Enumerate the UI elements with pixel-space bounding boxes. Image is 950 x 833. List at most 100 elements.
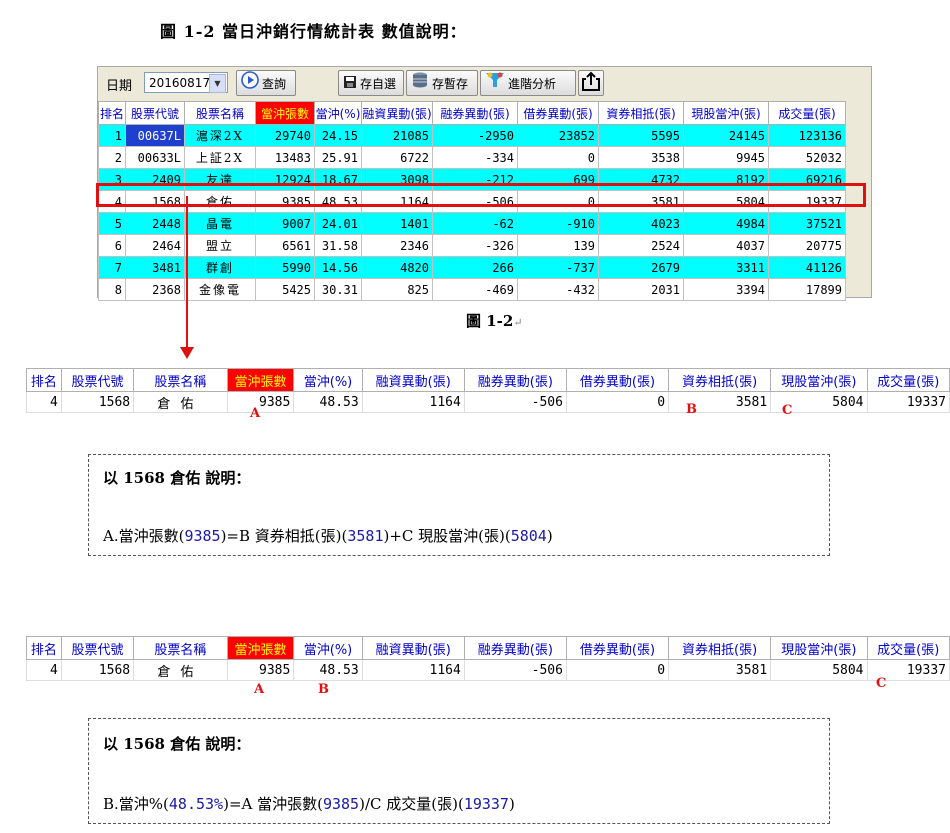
column-header: 股票名稱	[133, 636, 228, 660]
query-button[interactable]: 查詢	[236, 70, 296, 96]
column-header[interactable]: 成交量(張)	[768, 101, 846, 125]
excerpt-table-2: 排名 股票代號 股票名稱 當沖張數 當沖(%) 融資異動(張) 融券異動(張) 借券異動(張)…	[26, 636, 950, 681]
table-cell: 4820	[361, 256, 433, 279]
table-row[interactable]: 8 2368 金像電 5425 30.31 825 -469 -432 2031 3394 1789…	[98, 278, 846, 301]
share-icon	[582, 71, 600, 100]
table-cell: 31.58	[314, 234, 362, 257]
column-header: 現股當沖(張)	[770, 636, 868, 660]
label-a: A	[254, 682, 265, 697]
table-row[interactable]: 2 00633L 上証2X 13483 25.91 6722 -334 0 3538 9945 52…	[98, 146, 846, 169]
app-screenshot: 日期 20160817 ▼ 查詢 存自選 存暫存 進階分析 排名 股票代號 股票名稱…	[97, 66, 872, 301]
advanced-analysis-button[interactable]: 進階分析	[480, 70, 576, 96]
table-cell: 2448	[125, 212, 185, 235]
note-formula: A.當沖張數(9385)=B 資券相抵(張)(3581)+C 現股當沖(張)(5…	[103, 527, 553, 545]
column-header[interactable]: 排名	[98, 101, 126, 125]
column-header[interactable]: 借券異動(張)	[517, 101, 599, 125]
funnel-icon	[485, 71, 505, 98]
table-cell: -432	[517, 278, 599, 301]
arrow-line	[186, 196, 188, 351]
table-cell: 9385	[226, 659, 295, 681]
column-header: 現股當沖(張)	[770, 368, 868, 392]
table-cell: -326	[432, 234, 518, 257]
table-cell: 4984	[683, 212, 769, 235]
note-formula: B.當沖%(48.53%)=A 當沖張數(9385)/C 成交量(張)(1933…	[103, 795, 515, 813]
column-header: 股票代號	[60, 636, 135, 660]
column-header: 股票代號	[60, 368, 135, 392]
excerpt-table-1: 排名 股票代號 股票名稱 當沖張數 當沖(%) 融資異動(張) 融券異動(張) 借券異動(張)…	[26, 368, 950, 413]
table-cell: 25.91	[314, 146, 362, 169]
column-header[interactable]: 股票名稱	[184, 101, 256, 125]
table-cell: -2950	[432, 124, 518, 147]
table-cell: 9007	[255, 212, 315, 235]
column-header[interactable]: 當沖(%)	[314, 101, 362, 125]
column-header[interactable]: 融券異動(張)	[432, 101, 518, 125]
date-value: 20160817	[149, 76, 211, 90]
column-header: 當沖(%)	[293, 636, 363, 660]
table-cell: 24.01	[314, 212, 362, 235]
page-title: 圖 1-2 當日沖銷行情統計表 數值說明：	[160, 22, 467, 41]
column-header[interactable]: 現股當沖(張)	[683, 101, 769, 125]
table-row[interactable]: 5 2448 晶電 9007 24.01 1401 -62 -910 4023 4984 37521	[98, 212, 846, 235]
save-temp-button[interactable]: 存暫存	[406, 70, 478, 96]
table-cell: 139	[517, 234, 599, 257]
table-cell: 盟立	[184, 234, 256, 257]
table-cell: 1164	[361, 391, 465, 413]
label-b: B	[318, 682, 329, 697]
date-select[interactable]: 20160817 ▼	[144, 72, 228, 93]
table-cell: 19337	[866, 391, 950, 413]
table-cell: 1401	[361, 212, 433, 235]
table-cell: 3311	[683, 256, 769, 279]
table-cell: 3481	[125, 256, 185, 279]
save-favorites-button[interactable]: 存自選	[338, 70, 404, 96]
table-cell: -506	[463, 391, 567, 413]
table-cell: 48.53	[293, 659, 363, 681]
table-cell: 3538	[598, 146, 684, 169]
table-cell: 3581	[668, 659, 772, 681]
table-cell: 滬深2X	[184, 124, 256, 147]
table-cell: 23852	[517, 124, 599, 147]
table-cell: 123136	[768, 124, 846, 147]
table-cell: 2031	[598, 278, 684, 301]
note-box-2: 以 1568 倉佑 說明： B.當沖%(48.53%)=A 當沖張數(9385)…	[88, 718, 830, 824]
table-row[interactable]: 7 3481 群創 5990 14.56 4820 266 -737 2679 3311 41126	[98, 256, 846, 279]
table-cell: 825	[361, 278, 433, 301]
column-header: 成交量(張)	[866, 368, 950, 392]
table-cell: 13483	[255, 146, 315, 169]
table-cell: 2368	[125, 278, 185, 301]
column-header: 成交量(張)	[866, 636, 950, 660]
column-header[interactable]: 當沖張數	[255, 101, 315, 125]
label-a: A	[250, 406, 261, 421]
table-cell: -62	[432, 212, 518, 235]
chevron-down-icon[interactable]: ▼	[209, 74, 226, 93]
note-box-1: 以 1568 倉佑 說明： A.當沖張數(9385)=B 資券相抵(張)(358…	[88, 454, 830, 556]
table-cell: 倉佑	[133, 659, 228, 681]
column-header: 資券相抵(張)	[668, 636, 772, 660]
database-icon	[411, 71, 429, 98]
table-cell: 5	[98, 212, 126, 235]
table-cell: 2346	[361, 234, 433, 257]
table-cell: 晶電	[184, 212, 256, 235]
column-header[interactable]: 融資異動(張)	[361, 101, 433, 125]
table-row[interactable]: 6 2464 盟立 6561 31.58 2346 -326 139 2524 4037 20775	[98, 234, 846, 257]
column-header: 融資異動(張)	[361, 368, 465, 392]
table-cell: 6722	[361, 146, 433, 169]
share-button[interactable]	[578, 70, 604, 96]
table-cell: -910	[517, 212, 599, 235]
table-cell: 1568	[60, 391, 135, 413]
column-header: 排名	[26, 368, 62, 392]
toolbar: 日期 20160817 ▼ 查詢 存自選 存暫存 進階分析	[98, 67, 871, 101]
table-cell: 24145	[683, 124, 769, 147]
table-cell: 2679	[598, 256, 684, 279]
table-cell: 8	[98, 278, 126, 301]
table-cell: 4037	[683, 234, 769, 257]
table-row[interactable]: 1 00637L 滬深2X 29740 24.15 21085 -2950 23852 5595…	[98, 124, 846, 147]
table-cell: 0	[565, 391, 670, 413]
column-header[interactable]: 資券相抵(張)	[598, 101, 684, 125]
column-header: 當沖(%)	[293, 368, 363, 392]
table-cell: 上証2X	[184, 146, 256, 169]
table-cell: 266	[432, 256, 518, 279]
column-header[interactable]: 股票代號	[125, 101, 185, 125]
column-header: 借券異動(張)	[565, 636, 670, 660]
label-b: B	[686, 402, 697, 417]
table-cell: 48.53	[293, 391, 363, 413]
